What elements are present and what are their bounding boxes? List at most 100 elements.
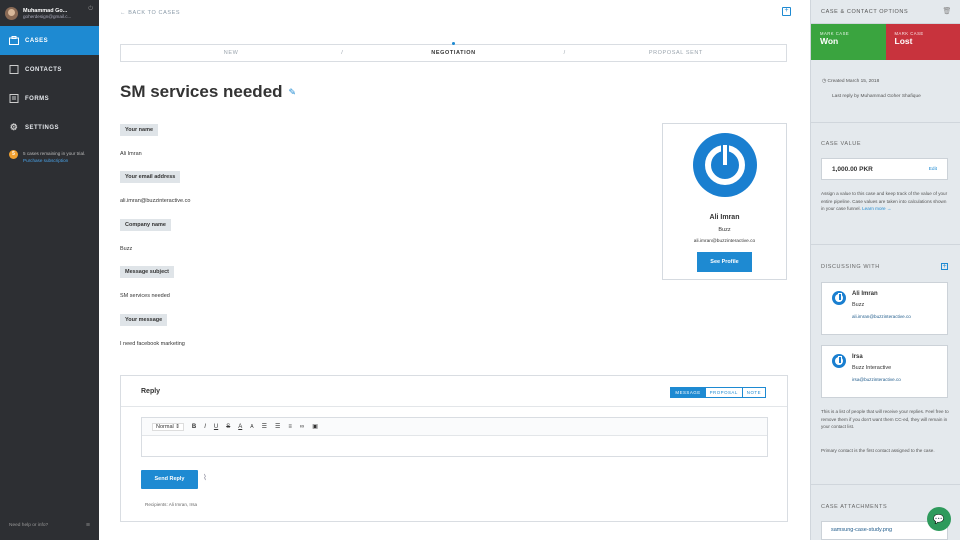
tab-message[interactable]: MESSAGE xyxy=(671,388,705,397)
reply-editor[interactable]: Normal ⇕ B I U S A A ☰ ☰ ≡ ∞ ▣ xyxy=(141,417,768,457)
purchase-link[interactable]: Purchase subscription xyxy=(23,157,85,164)
contact-email: irsa@buzzinteractive.co xyxy=(852,377,901,382)
field-label-email: Your email address xyxy=(120,171,181,183)
page-title: SM services needed xyxy=(120,82,283,101)
contacts-description: This is a list of people that will recei… xyxy=(821,409,949,429)
contact-item[interactable]: Irsa Buzz Interactive irsa@buzzinteracti… xyxy=(821,345,948,398)
reply-tabs: MESSAGE PROPOSAL NOTE xyxy=(670,387,766,398)
trial-text: 5 cases remaining in your trial. xyxy=(23,151,86,156)
won-caption: MARK CASE xyxy=(820,31,850,36)
bullet-list-icon[interactable]: ☰ xyxy=(275,423,280,430)
ordered-list-icon[interactable]: ☰ xyxy=(262,423,267,430)
send-reply-button[interactable]: Send Reply xyxy=(141,470,198,489)
strikethrough-icon[interactable]: S xyxy=(226,424,230,430)
contact-logo xyxy=(832,354,846,368)
mark-won-button[interactable]: MARK CASE Won xyxy=(811,24,886,60)
stage-proposal-sent[interactable]: PROPOSAL SENT xyxy=(566,50,786,56)
divider xyxy=(811,122,960,123)
discussing-title: DISCUSSING WITH xyxy=(821,264,880,270)
contact-name: Irsa xyxy=(852,354,863,360)
field-value-company: Buzz xyxy=(120,246,133,252)
reply-panel: Reply MESSAGE PROPOSAL NOTE Normal ⇕ B I… xyxy=(120,375,788,522)
field-value-email: ali.imran@buzzinteractive.co xyxy=(120,198,191,204)
avatar xyxy=(5,6,18,20)
bold-icon[interactable]: B xyxy=(192,424,196,430)
align-icon[interactable]: ≡ xyxy=(288,424,292,430)
sidebar-item-settings[interactable]: ⚙ SETTINGS xyxy=(0,113,99,142)
main-content: ← BACK TO CASES + NEW / NEGOTIATION / PR… xyxy=(99,0,810,540)
pencil-icon[interactable]: ✎ xyxy=(289,87,297,98)
underline-icon[interactable]: U xyxy=(214,424,218,430)
field-value-message: I need facebook marketing xyxy=(120,341,185,347)
learn-more-link[interactable]: Learn more → xyxy=(862,206,891,211)
trial-badge: 5 xyxy=(9,150,18,159)
field-value-subject: SM services needed xyxy=(120,293,170,299)
contact-email: ali.imran@buzzinteractive.co xyxy=(852,314,911,319)
won-lost-buttons: MARK CASE Won MARK CASE Lost xyxy=(811,24,960,60)
last-reply: Last reply by Muhammad Goher Shafique xyxy=(832,94,921,99)
power-icon[interactable]: ⏻ xyxy=(88,6,93,13)
image-icon[interactable]: ▣ xyxy=(312,423,318,430)
menu-icon[interactable]: ≡ xyxy=(86,522,90,529)
italic-icon[interactable]: I xyxy=(204,424,206,430)
expand-icon[interactable]: + xyxy=(782,7,791,16)
case-value-title: CASE VALUE xyxy=(821,141,862,147)
created-text: Created March 15, 2018 xyxy=(827,79,880,84)
stage-label: NEGOTIATION xyxy=(431,50,476,56)
case-options-panel: CASE & CONTACT OPTIONS 🗑 MARK CASE Won M… xyxy=(810,0,960,540)
mark-lost-button[interactable]: MARK CASE Lost xyxy=(885,24,960,60)
editor-toolbar: Normal ⇕ B I U S A A ☰ ☰ ≡ ∞ ▣ xyxy=(142,418,767,436)
sidebar-item-cases[interactable]: CASES xyxy=(0,26,99,55)
recipients: Recipients: Ali Imran, Irsa xyxy=(145,502,198,507)
sidebar-item-label: CASES xyxy=(25,37,49,44)
won-label: Won xyxy=(820,36,839,46)
sidebar-item-label: SETTINGS xyxy=(25,124,60,131)
lost-label: Lost xyxy=(894,36,913,46)
company-logo xyxy=(692,133,757,197)
tab-note[interactable]: NOTE xyxy=(741,388,765,397)
text-color-icon[interactable]: A xyxy=(238,424,242,430)
contacts-icon xyxy=(9,65,19,74)
case-value: 1,000.00 PKR xyxy=(832,165,873,173)
case-title-row: SM services needed ✎ xyxy=(120,82,296,102)
contact-item[interactable]: Ali Imran Buzz ali.imran@buzzinteractive… xyxy=(821,282,948,335)
sidebar-item-label: FORMS xyxy=(25,95,50,102)
field-label-message: Your message xyxy=(120,314,168,326)
case-value-description: Assign a value to this case and keep tra… xyxy=(821,190,951,213)
attachments-title: CASE ATTACHMENTS xyxy=(821,504,888,510)
options-title: CASE & CONTACT OPTIONS xyxy=(821,8,909,15)
sidebar-item-forms[interactable]: FORMS xyxy=(0,84,99,113)
see-profile-button[interactable]: See Profile xyxy=(697,252,752,272)
tab-proposal[interactable]: PROPOSAL xyxy=(704,388,742,397)
current-stage-dot xyxy=(451,42,455,45)
sidebar-item-contacts[interactable]: CONTACTS xyxy=(0,55,99,84)
divider xyxy=(811,244,960,245)
app: Muhammad Go... goherdesign@gmail.c... ⏻ … xyxy=(0,0,960,540)
format-select[interactable]: Normal ⇕ xyxy=(152,422,184,431)
case-value-field[interactable]: 1,000.00 PKR Edit xyxy=(821,158,948,180)
field-label-subject: Message subject xyxy=(120,266,175,278)
format-value: Normal xyxy=(156,423,174,430)
back-to-cases-link[interactable]: ← BACK TO CASES xyxy=(120,10,180,16)
stage-negotiation[interactable]: NEGOTIATION xyxy=(343,42,563,56)
briefcase-icon xyxy=(9,36,19,45)
sidebar-item-label: CONTACTS xyxy=(25,66,62,73)
contact-logo xyxy=(832,291,846,305)
chat-bubble-icon[interactable]: 💬 xyxy=(927,507,951,531)
options-header: CASE & CONTACT OPTIONS 🗑 xyxy=(811,0,960,24)
field-label-company: Company name xyxy=(120,219,171,231)
contact-card: Ali Imran Buzz ali.imran@buzzinteractive… xyxy=(662,123,787,280)
edit-value-link[interactable]: Edit xyxy=(929,167,937,172)
add-contact-icon[interactable]: + xyxy=(941,263,948,270)
trash-icon[interactable]: 🗑 xyxy=(943,7,953,15)
contact-company: Buzz xyxy=(852,302,865,308)
link-icon[interactable]: ∞ xyxy=(300,424,304,430)
contact-company: Buzz Interactive xyxy=(852,365,892,371)
help-link[interactable]: Need help or info? xyxy=(9,523,48,528)
user-profile[interactable]: Muhammad Go... goherdesign@gmail.c... ⏻ xyxy=(0,0,99,26)
highlight-icon[interactable]: A xyxy=(250,424,253,430)
created-date: ◷ Created March 15, 2018 xyxy=(822,79,880,84)
field-value-name: Ali Imran xyxy=(120,151,142,157)
attachment-icon[interactable]: ⌇ xyxy=(203,473,207,482)
stage-new[interactable]: NEW xyxy=(121,50,341,56)
